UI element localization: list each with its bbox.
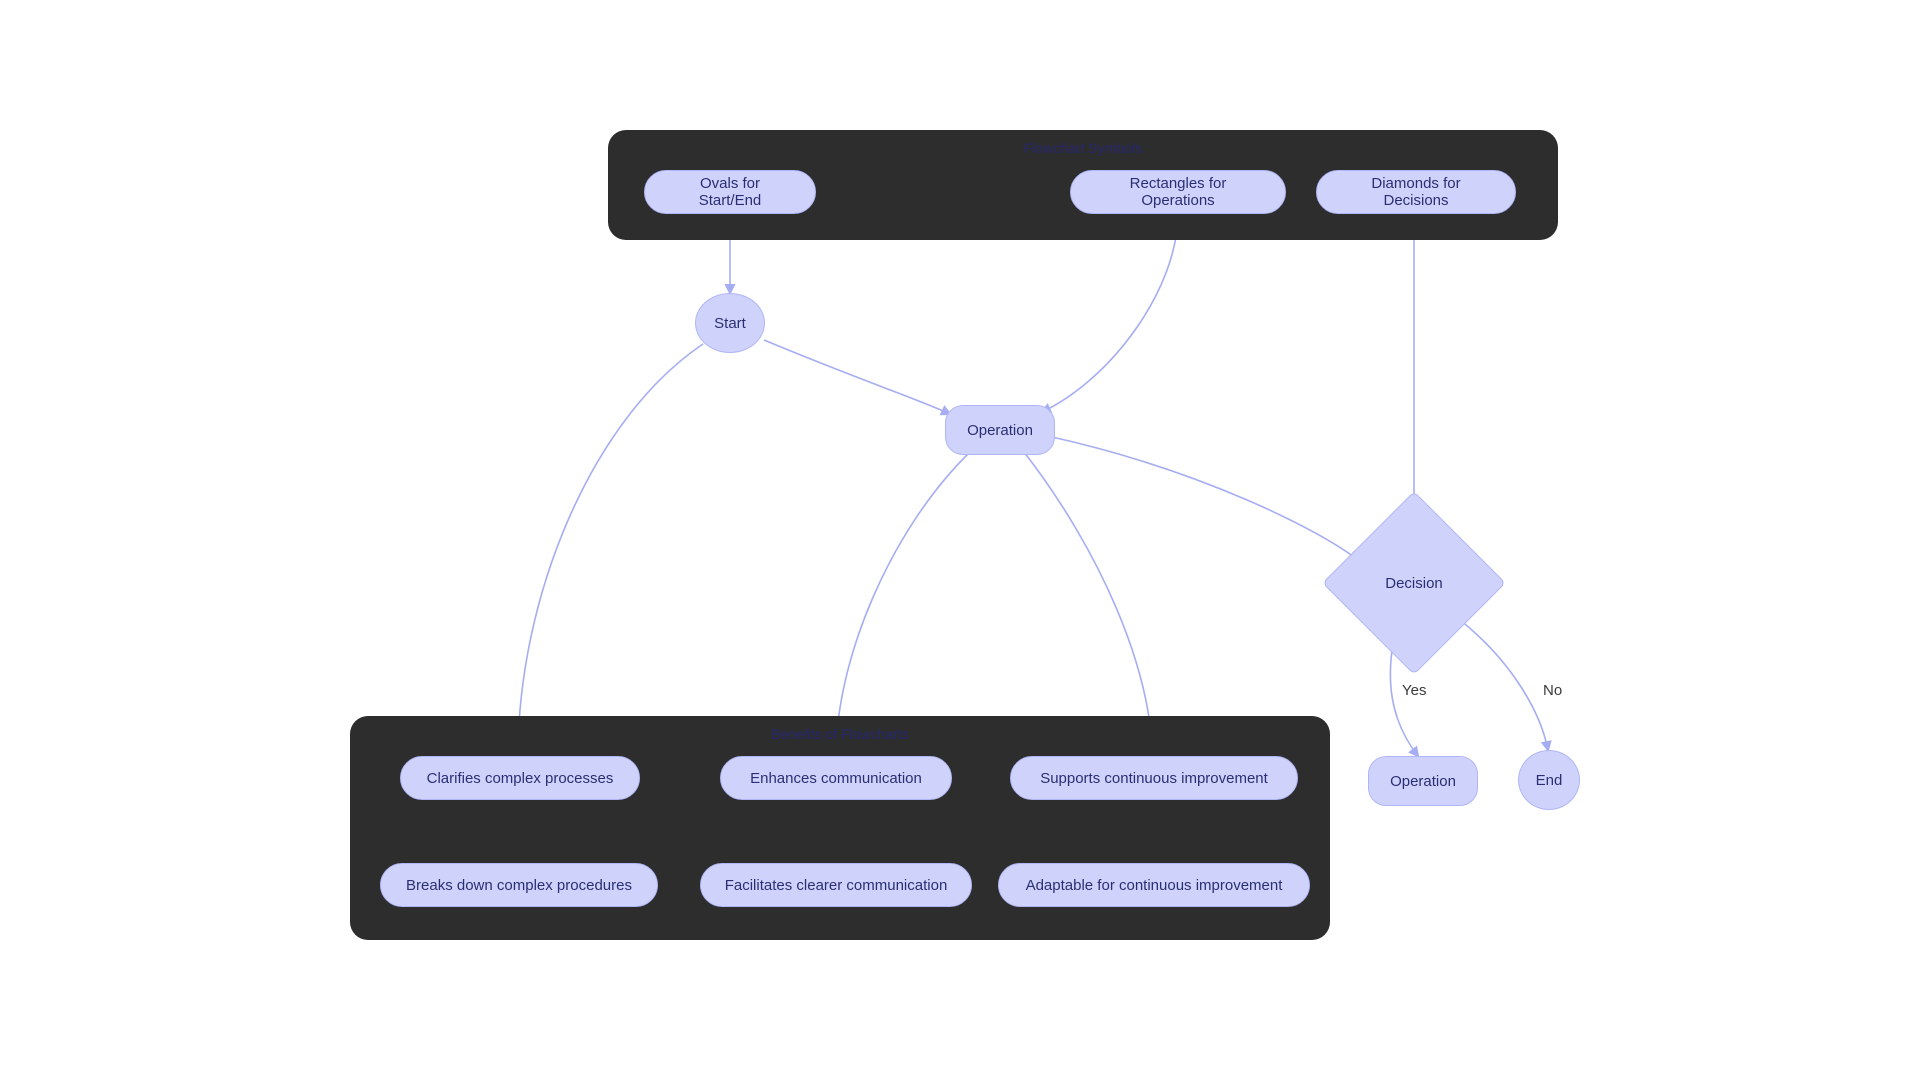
node-label: Supports continuous improvement	[1040, 770, 1268, 787]
node-diamonds-decisions: Diamonds for Decisions	[1316, 170, 1516, 214]
edge-label-yes: Yes	[1402, 682, 1426, 699]
node-label: End	[1536, 772, 1563, 789]
node-label: Enhances communication	[750, 770, 922, 787]
edge-label-no: No	[1543, 682, 1562, 699]
node-label: Adaptable for continuous improvement	[1026, 877, 1283, 894]
diagram-canvas: Flowchart Symbols Ovals for Start/End Re…	[240, 130, 1680, 950]
node-benefit-enhances: Enhances communication	[720, 756, 952, 800]
node-rectangles-operations: Rectangles for Operations	[1070, 170, 1286, 214]
node-benefit-supports: Supports continuous improvement	[1010, 756, 1298, 800]
node-label: Rectangles for Operations	[1093, 175, 1263, 209]
node-label: Facilitates clearer communication	[725, 877, 948, 894]
node-end: End	[1518, 750, 1580, 810]
node-benefit-clarifies: Clarifies complex processes	[400, 756, 640, 800]
node-label: Ovals for Start/End	[667, 175, 793, 209]
node-ovals-start-end: Ovals for Start/End	[644, 170, 816, 214]
node-start: Start	[695, 293, 765, 353]
node-operation: Operation	[945, 405, 1055, 455]
node-label: Start	[714, 315, 746, 332]
group-title-symbols: Flowchart Symbols	[626, 140, 1540, 156]
node-benefit-breaks-down: Breaks down complex procedures	[380, 863, 658, 907]
node-label: Operation	[1390, 773, 1456, 790]
node-label: Decision	[1349, 518, 1479, 648]
node-operation-yes: Operation	[1368, 756, 1478, 806]
node-label: Clarifies complex processes	[427, 770, 614, 787]
node-benefit-adaptable: Adaptable for continuous improvement	[998, 863, 1310, 907]
node-benefit-facilitates: Facilitates clearer communication	[700, 863, 972, 907]
node-label: Breaks down complex procedures	[406, 877, 632, 894]
node-label: Diamonds for Decisions	[1339, 175, 1493, 209]
node-decision: Decision	[1349, 518, 1479, 648]
node-label: Operation	[967, 422, 1033, 439]
group-title-benefits: Benefits of Flowcharts	[368, 726, 1312, 742]
